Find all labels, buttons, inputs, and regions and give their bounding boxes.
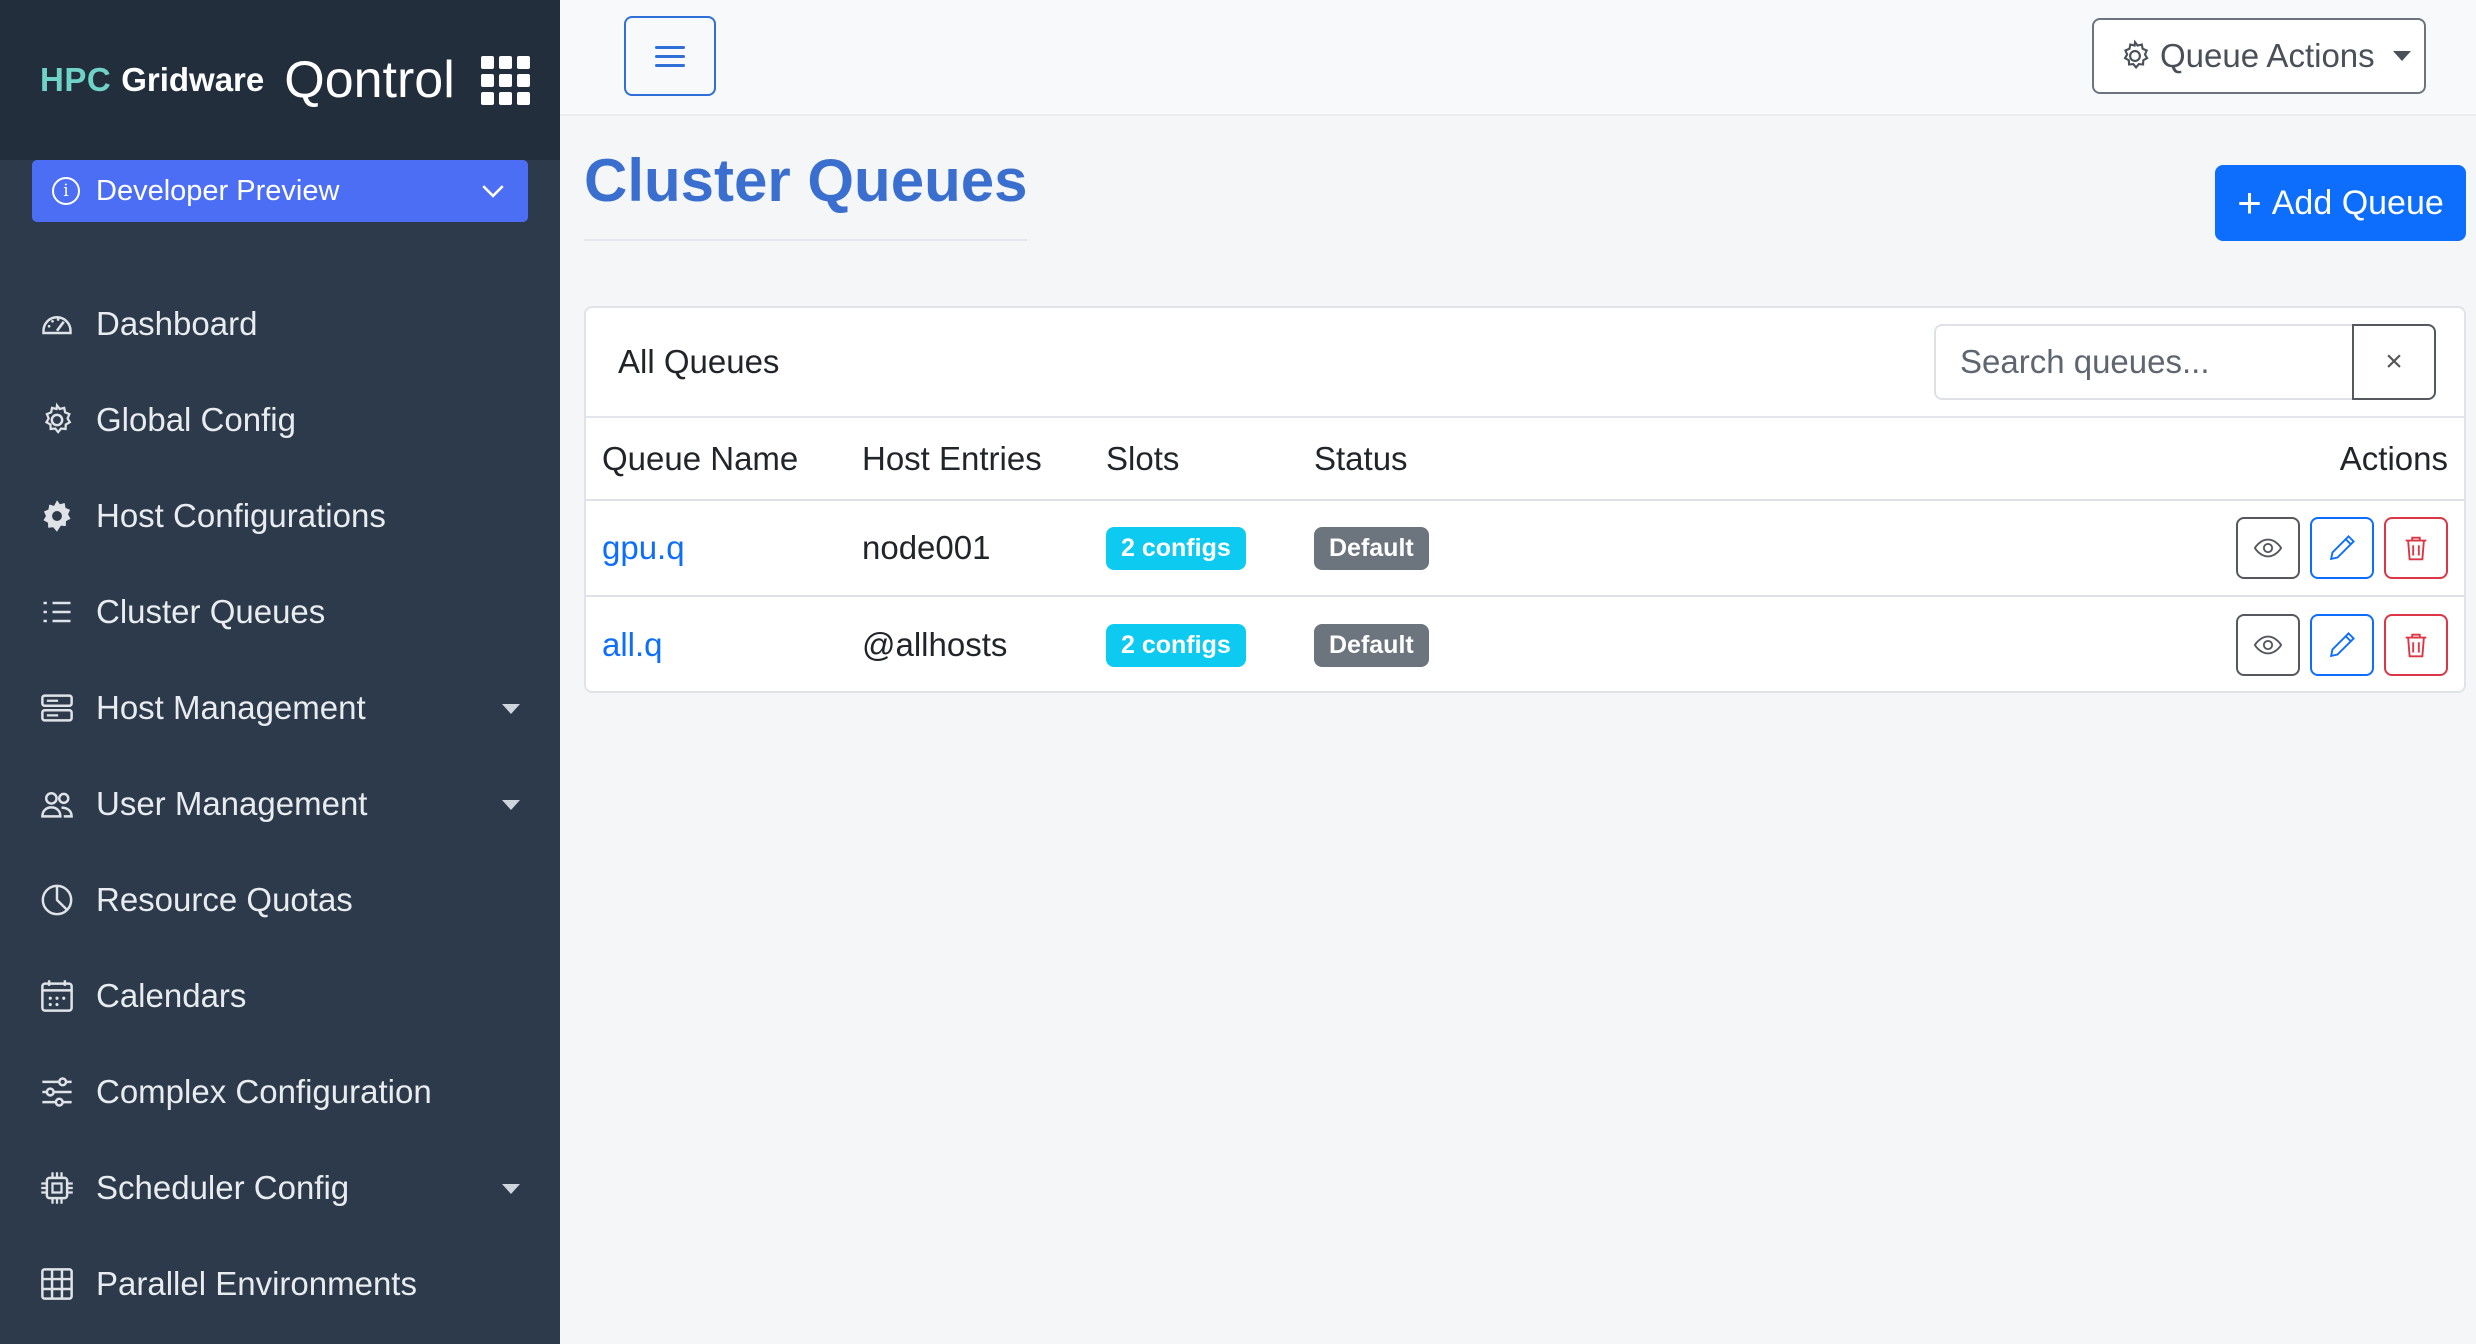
sidebar-item-cluster-queues[interactable]: Cluster Queues xyxy=(0,564,560,660)
table-row: gpu.q node001 2 configs Default xyxy=(586,500,2464,597)
gear-icon xyxy=(2123,39,2149,70)
slots-badge: 2 configs xyxy=(1106,623,1246,667)
brand-gridware: Gridware xyxy=(121,61,265,98)
hamburger-icon xyxy=(655,40,685,73)
search-input[interactable] xyxy=(1934,324,2352,400)
brand-hpc: HPC xyxy=(40,61,112,98)
sidebar-item-dashboard[interactable]: Dashboard xyxy=(0,276,560,372)
status-badge: Default xyxy=(1314,527,1429,570)
top-navbar: Queue Actions xyxy=(560,0,2476,116)
chevron-down-icon xyxy=(482,185,504,198)
column-header-host-entries[interactable]: Host Entries xyxy=(846,418,1090,501)
calendar-icon xyxy=(38,977,76,1015)
delete-button[interactable] xyxy=(2384,517,2448,579)
sidebar-toggle-button[interactable] xyxy=(624,16,716,96)
pencil-icon xyxy=(2329,535,2355,561)
row-actions xyxy=(1694,596,2464,691)
sidebar-item-complex-configuration[interactable]: Complex Configuration xyxy=(0,1044,560,1140)
sidebar-item-label: Scheduler Config xyxy=(96,1169,350,1206)
column-header-queue-name[interactable]: Queue Name xyxy=(586,418,846,501)
sidebar-item-calendars[interactable]: Calendars xyxy=(0,948,560,1044)
pencil-icon xyxy=(2329,631,2355,657)
list-task-icon xyxy=(38,593,76,631)
status-badge: Default xyxy=(1314,623,1429,667)
developer-preview-label: Developer Preview xyxy=(96,174,340,207)
row-actions xyxy=(1694,500,2464,597)
queues-card: All Queues × Queue Name Host Entries Slo… xyxy=(584,306,2466,693)
trash-icon xyxy=(2405,633,2427,657)
card-title: All Queues xyxy=(618,343,780,380)
caret-down-icon xyxy=(502,1184,520,1194)
add-queue-label: Add Queue xyxy=(2271,183,2444,222)
column-header-status[interactable]: Status xyxy=(1298,418,1695,501)
delete-button[interactable] xyxy=(2384,613,2448,676)
caret-down-icon xyxy=(502,800,520,810)
plus-icon: + xyxy=(2237,179,2262,226)
sidebar-item-host-management[interactable]: Host Management xyxy=(0,660,560,756)
server-icon xyxy=(38,689,76,727)
sidebar-item-label: User Management xyxy=(96,785,368,822)
people-icon xyxy=(38,785,76,823)
view-button[interactable] xyxy=(2236,517,2300,579)
sidebar: HPC Gridware Qontrol i Developer Preview… xyxy=(0,0,560,1344)
sidebar-item-resource-quotas[interactable]: Resource Quotas xyxy=(0,852,560,948)
table-header-row: Queue Name Host Entries Slots Status Act… xyxy=(586,418,2464,501)
page-title: Cluster Queues xyxy=(584,146,1028,241)
sidebar-item-global-config[interactable]: Global Config xyxy=(0,372,560,468)
sidebar-item-label: Parallel Environments xyxy=(96,1265,417,1302)
brand-product: Qontrol xyxy=(284,51,455,109)
queue-actions-dropdown[interactable]: Queue Actions xyxy=(2092,18,2426,94)
sidebar-nav: Dashboard Global Config Host Configurati… xyxy=(0,276,560,1332)
queue-name-link[interactable]: all.q xyxy=(602,626,663,663)
developer-preview-dropdown[interactable]: i Developer Preview xyxy=(32,160,528,222)
eye-icon xyxy=(2253,635,2283,654)
sidebar-item-host-configurations[interactable]: Host Configurations xyxy=(0,468,560,564)
add-queue-button[interactable]: + Add Queue xyxy=(2215,165,2466,241)
sidebar-item-label: Global Config xyxy=(96,401,296,438)
caret-down-icon xyxy=(2392,51,2411,61)
search-group: × xyxy=(1934,324,2436,400)
queue-name-link[interactable]: gpu.q xyxy=(602,529,685,566)
sidebar-item-label: Resource Quotas xyxy=(96,881,353,918)
trash-icon xyxy=(2405,536,2427,561)
sidebar-item-label: Complex Configuration xyxy=(96,1073,432,1110)
clear-search-button[interactable]: × xyxy=(2352,324,2436,400)
caret-down-icon xyxy=(502,704,520,714)
table-row: all.q @allhosts 2 configs Default xyxy=(586,596,2464,691)
sidebar-item-label: Host Management xyxy=(96,689,366,726)
table-grid-icon xyxy=(38,1265,76,1303)
sidebar-item-scheduler-config[interactable]: Scheduler Config xyxy=(0,1140,560,1236)
sidebar-item-user-management[interactable]: User Management xyxy=(0,756,560,852)
column-header-slots[interactable]: Slots xyxy=(1090,418,1298,501)
info-circle-icon: i xyxy=(52,177,80,205)
sidebar-item-label: Cluster Queues xyxy=(96,593,326,630)
sidebar-item-label: Dashboard xyxy=(96,305,258,342)
edit-button[interactable] xyxy=(2310,613,2374,676)
edit-button[interactable] xyxy=(2310,517,2374,579)
host-entries-cell: node001 xyxy=(846,500,1090,597)
view-button[interactable] xyxy=(2236,613,2300,676)
sidebar-item-parallel-environments[interactable]: Parallel Environments xyxy=(0,1236,560,1332)
speedometer-icon xyxy=(38,305,76,343)
gear-outline-icon xyxy=(38,401,76,439)
brand-header[interactable]: HPC Gridware Qontrol xyxy=(0,0,560,160)
cpu-icon xyxy=(38,1169,76,1207)
gear-fill-icon xyxy=(38,497,76,535)
sliders-icon xyxy=(38,1073,76,1111)
sidebar-item-label: Host Configurations xyxy=(96,497,386,534)
column-header-actions: Actions xyxy=(1694,418,2464,501)
card-header: All Queues × xyxy=(586,308,2464,418)
queue-actions-label: Queue Actions xyxy=(2160,37,2375,74)
grid-apps-icon[interactable] xyxy=(480,55,530,105)
queues-table: Queue Name Host Entries Slots Status Act… xyxy=(586,418,2464,691)
host-entries-cell: @allhosts xyxy=(862,625,1008,663)
eye-icon xyxy=(2253,538,2283,558)
slots-badge: 2 configs xyxy=(1106,527,1246,570)
pie-chart-icon xyxy=(38,881,76,919)
sidebar-item-label: Calendars xyxy=(96,977,247,1014)
close-icon: × xyxy=(2385,345,2403,378)
